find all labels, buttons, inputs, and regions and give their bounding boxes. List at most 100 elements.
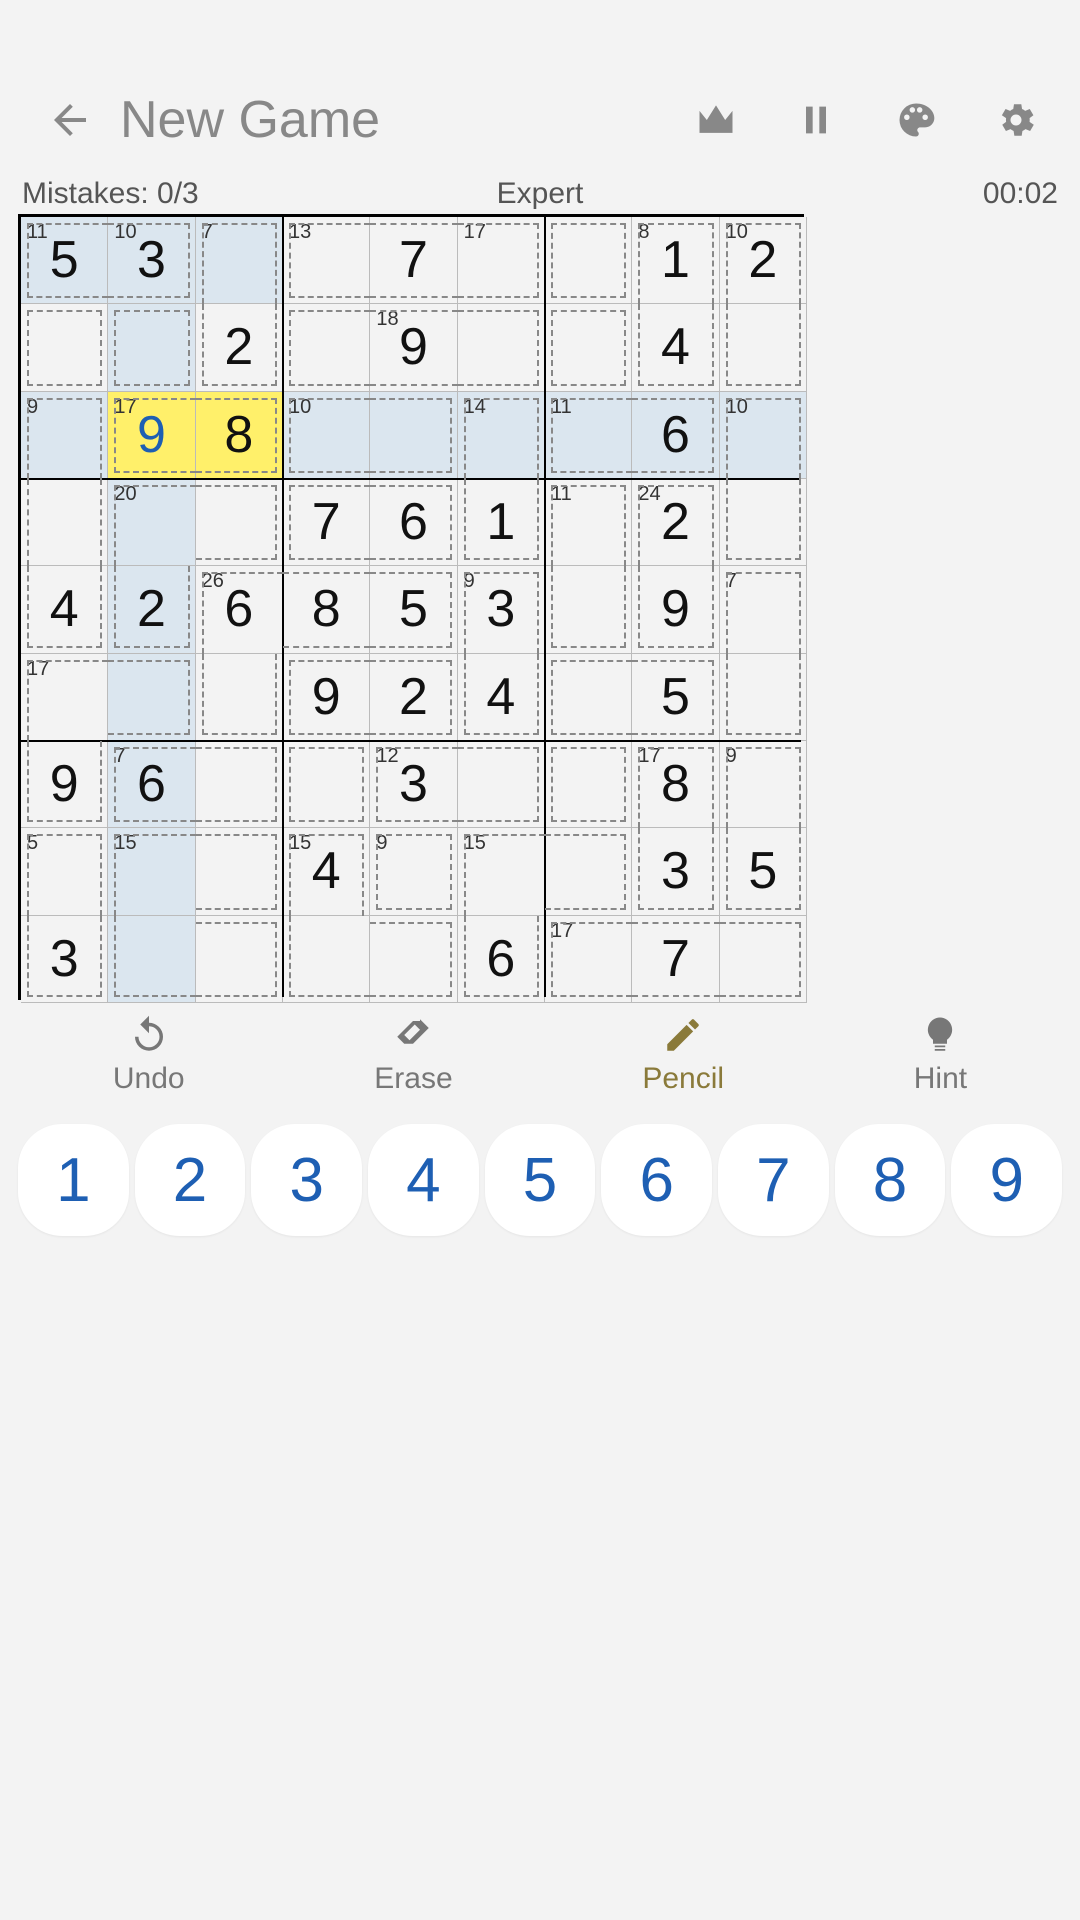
cell-r1-c7[interactable]: 4 bbox=[632, 304, 719, 391]
cell-r5-c3[interactable]: 9 bbox=[283, 654, 370, 741]
cell-r2-c3[interactable]: 10 bbox=[283, 392, 370, 479]
pencil-button[interactable]: Pencil bbox=[642, 1014, 724, 1104]
cell-r6-c3[interactable] bbox=[283, 741, 370, 828]
cell-r4-c2[interactable]: 626 bbox=[196, 566, 283, 653]
cell-r8-c3[interactable] bbox=[283, 916, 370, 1003]
cell-r3-c8[interactable] bbox=[720, 479, 807, 566]
cell-r1-c2[interactable]: 2 bbox=[196, 304, 283, 391]
cell-r6-c8[interactable]: 9 bbox=[720, 741, 807, 828]
cell-r0-c0[interactable]: 511 bbox=[21, 217, 108, 304]
cell-r3-c3[interactable]: 7 bbox=[283, 479, 370, 566]
cell-r6-c4[interactable]: 312 bbox=[370, 741, 457, 828]
cell-r1-c8[interactable] bbox=[720, 304, 807, 391]
cell-r7-c3[interactable]: 415 bbox=[283, 828, 370, 915]
cell-r5-c1[interactable] bbox=[108, 654, 195, 741]
cell-r7-c7[interactable]: 3 bbox=[632, 828, 719, 915]
erase-button[interactable]: Erase bbox=[374, 1014, 452, 1104]
cell-r2-c5[interactable]: 14 bbox=[458, 392, 545, 479]
cell-r2-c1[interactable]: 917 bbox=[108, 392, 195, 479]
cell-r7-c0[interactable]: 5 bbox=[21, 828, 108, 915]
pause-icon[interactable] bbox=[792, 96, 840, 144]
cell-r8-c1[interactable] bbox=[108, 916, 195, 1003]
cell-r1-c5[interactable] bbox=[458, 304, 545, 391]
cell-r2-c4[interactable] bbox=[370, 392, 457, 479]
cell-r8-c0[interactable]: 3 bbox=[21, 916, 108, 1003]
num-9[interactable]: 9 bbox=[951, 1124, 1062, 1236]
num-7[interactable]: 7 bbox=[718, 1124, 829, 1236]
cell-r7-c8[interactable]: 5 bbox=[720, 828, 807, 915]
cell-r8-c4[interactable] bbox=[370, 916, 457, 1003]
cell-r2-c2[interactable]: 8 bbox=[196, 392, 283, 479]
cell-r3-c2[interactable] bbox=[196, 479, 283, 566]
cell-r4-c5[interactable]: 39 bbox=[458, 566, 545, 653]
cell-r5-c7[interactable]: 5 bbox=[632, 654, 719, 741]
cell-r0-c7[interactable]: 18 bbox=[632, 217, 719, 304]
cell-r6-c6[interactable] bbox=[545, 741, 632, 828]
cell-r0-c1[interactable]: 310 bbox=[108, 217, 195, 304]
back-button[interactable] bbox=[40, 90, 100, 150]
cell-r0-c4[interactable]: 7 bbox=[370, 217, 457, 304]
cell-r0-c5[interactable]: 17 bbox=[458, 217, 545, 304]
cell-r6-c1[interactable]: 67 bbox=[108, 741, 195, 828]
cell-r0-c8[interactable]: 210 bbox=[720, 217, 807, 304]
cell-r8-c6[interactable]: 17 bbox=[545, 916, 632, 1003]
cell-r0-c3[interactable]: 13 bbox=[283, 217, 370, 304]
cell-r3-c6[interactable]: 11 bbox=[545, 479, 632, 566]
cell-r8-c5[interactable]: 6 bbox=[458, 916, 545, 1003]
cell-r7-c2[interactable] bbox=[196, 828, 283, 915]
num-5[interactable]: 5 bbox=[485, 1124, 596, 1236]
num-3[interactable]: 3 bbox=[251, 1124, 362, 1236]
cell-r1-c1[interactable] bbox=[108, 304, 195, 391]
cell-r1-c0[interactable] bbox=[21, 304, 108, 391]
cell-r2-c6[interactable]: 11 bbox=[545, 392, 632, 479]
cell-r3-c4[interactable]: 6 bbox=[370, 479, 457, 566]
cell-r5-c0[interactable]: 17 bbox=[21, 654, 108, 741]
cell-r2-c7[interactable]: 6 bbox=[632, 392, 719, 479]
num-2[interactable]: 2 bbox=[135, 1124, 246, 1236]
cell-r5-c8[interactable] bbox=[720, 654, 807, 741]
cell-r2-c8[interactable]: 10 bbox=[720, 392, 807, 479]
num-8[interactable]: 8 bbox=[835, 1124, 946, 1236]
cell-r7-c5[interactable]: 15 bbox=[458, 828, 545, 915]
cell-r4-c8[interactable]: 7 bbox=[720, 566, 807, 653]
cell-r3-c0[interactable] bbox=[21, 479, 108, 566]
cell-r8-c2[interactable] bbox=[196, 916, 283, 1003]
cell-r0-c6[interactable] bbox=[545, 217, 632, 304]
cell-r7-c6[interactable] bbox=[545, 828, 632, 915]
cell-r7-c4[interactable]: 9 bbox=[370, 828, 457, 915]
num-1[interactable]: 1 bbox=[18, 1124, 129, 1236]
gear-icon[interactable] bbox=[992, 96, 1040, 144]
cell-r1-c4[interactable]: 918 bbox=[370, 304, 457, 391]
undo-button[interactable]: Undo bbox=[113, 1014, 185, 1104]
cell-r5-c6[interactable] bbox=[545, 654, 632, 741]
cell-r5-c4[interactable]: 2 bbox=[370, 654, 457, 741]
cell-r6-c7[interactable]: 817 bbox=[632, 741, 719, 828]
cell-r1-c6[interactable] bbox=[545, 304, 632, 391]
cell-r3-c7[interactable]: 224 bbox=[632, 479, 719, 566]
cell-r4-c1[interactable]: 2 bbox=[108, 566, 195, 653]
cell-r2-c0[interactable]: 9 bbox=[21, 392, 108, 479]
cell-r8-c7[interactable]: 7 bbox=[632, 916, 719, 1003]
cell-r4-c4[interactable]: 5 bbox=[370, 566, 457, 653]
cell-r7-c1[interactable]: 15 bbox=[108, 828, 195, 915]
cage-sum: 7 bbox=[202, 221, 213, 244]
crown-icon[interactable] bbox=[692, 96, 740, 144]
cell-r4-c7[interactable]: 9 bbox=[632, 566, 719, 653]
cell-r6-c5[interactable] bbox=[458, 741, 545, 828]
cell-r8-c8[interactable] bbox=[720, 916, 807, 1003]
cell-r1-c3[interactable] bbox=[283, 304, 370, 391]
cell-r0-c2[interactable]: 7 bbox=[196, 217, 283, 304]
cell-r4-c0[interactable]: 4 bbox=[21, 566, 108, 653]
num-6[interactable]: 6 bbox=[601, 1124, 712, 1236]
cell-r4-c6[interactable] bbox=[545, 566, 632, 653]
cell-r5-c2[interactable] bbox=[196, 654, 283, 741]
cell-r4-c3[interactable]: 8 bbox=[283, 566, 370, 653]
cell-r6-c0[interactable]: 9 bbox=[21, 741, 108, 828]
hint-button[interactable]: Hint bbox=[914, 1014, 967, 1104]
num-4[interactable]: 4 bbox=[368, 1124, 479, 1236]
cell-r3-c5[interactable]: 1 bbox=[458, 479, 545, 566]
cell-r3-c1[interactable]: 20 bbox=[108, 479, 195, 566]
cell-r6-c2[interactable] bbox=[196, 741, 283, 828]
cell-r5-c5[interactable]: 4 bbox=[458, 654, 545, 741]
palette-icon[interactable] bbox=[892, 96, 940, 144]
